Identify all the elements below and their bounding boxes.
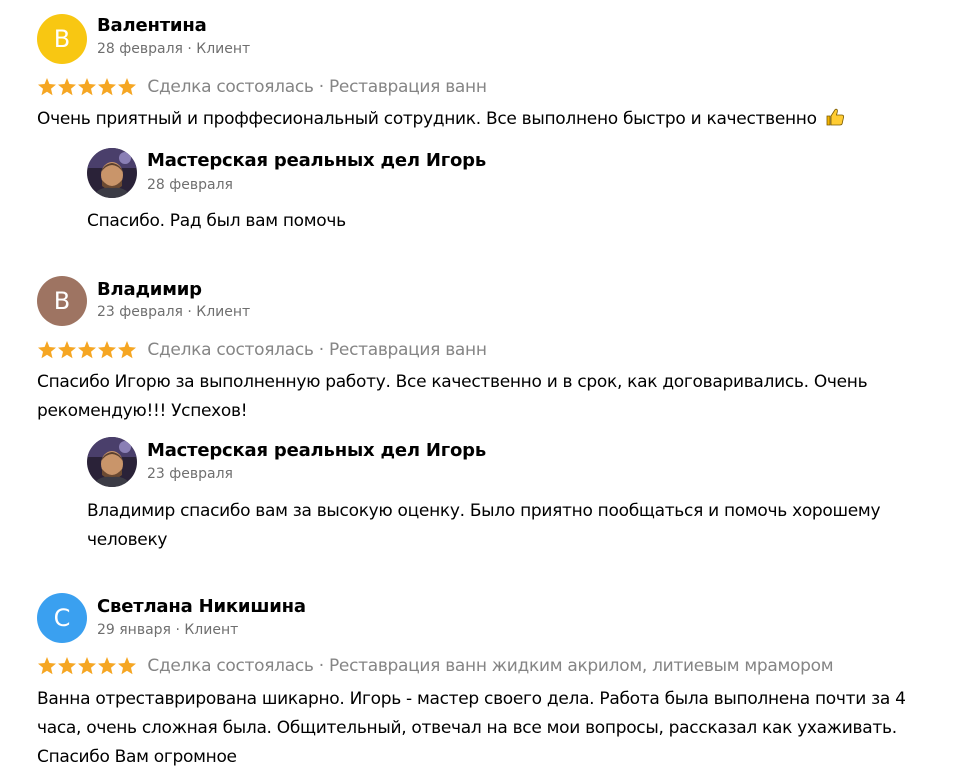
star-icon (118, 657, 136, 675)
review-role: Клиент (196, 304, 251, 320)
deal-separator: · (318, 656, 329, 676)
deal-status: Сделка состоялась (147, 656, 314, 676)
rating-row: Сделка состоялась · Реставрация ванн жид… (37, 655, 834, 677)
deal-info: Сделка состоялась · Реставрация ванн жид… (147, 655, 833, 677)
deal-status: Сделка состоялась (147, 340, 314, 360)
meta-separator: · (187, 304, 197, 320)
star-icon (38, 78, 56, 96)
review-author-name: Валентина (97, 15, 207, 36)
reply-text: Спасибо. Рад был вам помочь (87, 211, 346, 231)
review-date: 23 февраля (97, 304, 183, 320)
star-icon (118, 341, 136, 359)
rating-row: Сделка состоялась · Реставрация ванн (37, 76, 487, 98)
deal-info: Сделка состоялась · Реставрация ванн (147, 339, 487, 361)
review-role: Клиент (184, 622, 239, 638)
meta-separator: · (187, 41, 197, 57)
star-icon (98, 78, 116, 96)
star-icon (98, 341, 116, 359)
review-meta: 23 февраля · Клиент (97, 304, 250, 320)
review-author-name: Владимир (97, 279, 202, 300)
reply-author-name: Мастерская реальных дел Игорь (147, 440, 487, 461)
thumbs-up-icon (825, 107, 845, 137)
star-icon (98, 657, 116, 675)
meta-separator: · (175, 622, 185, 638)
review-text: Очень приятный и проффесиональный сотруд… (37, 105, 927, 137)
star-icon (38, 341, 56, 359)
star-icon (58, 78, 76, 96)
reply-text: Владимир спасибо вам за высокую оценку. … (87, 501, 881, 550)
star-icon (78, 657, 96, 675)
shop-avatar (87, 437, 137, 487)
review-text: Ванна отреставрирована шикарно. Игорь - … (37, 689, 906, 767)
reply-author-name: Мастерская реальных дел Игорь (147, 150, 487, 171)
avatar: В (37, 14, 87, 64)
deal-separator: · (318, 77, 329, 97)
deal-info: Сделка состоялась · Реставрация ванн (147, 76, 487, 98)
star-rating (37, 655, 137, 677)
service-name: Реставрация ванн (328, 340, 487, 360)
star-icon (118, 78, 136, 96)
review-text-content: Очень приятный и проффесиональный сотруд… (37, 109, 817, 129)
star-rating (37, 339, 137, 361)
star-icon (78, 78, 96, 96)
star-icon (58, 341, 76, 359)
review-meta: 28 февраля · Клиент (97, 41, 250, 57)
shop-avatar (87, 148, 137, 198)
deal-separator: · (318, 340, 329, 360)
reply-date: 23 февраля (147, 466, 233, 482)
star-rating (37, 76, 137, 98)
star-icon (58, 657, 76, 675)
star-icon (38, 657, 56, 675)
service-name: Реставрация ванн жидким акрилом, литиевы… (328, 656, 834, 676)
rating-row: Сделка состоялась · Реставрация ванн (37, 339, 487, 361)
review-role: Клиент (196, 41, 251, 57)
review-author-name: Светлана Никишина (97, 596, 306, 617)
review-meta: 29 января · Клиент (97, 622, 238, 638)
review-text: Спасибо Игорю за выполненную работу. Все… (37, 372, 868, 421)
avatar: В (37, 276, 87, 326)
reply-date: 28 февраля (147, 177, 233, 193)
review-date: 29 января (97, 622, 171, 638)
star-icon (78, 341, 96, 359)
avatar: С (37, 593, 87, 643)
review-date: 28 февраля (97, 41, 183, 57)
deal-status: Сделка состоялась (147, 77, 314, 97)
service-name: Реставрация ванн (328, 77, 487, 97)
